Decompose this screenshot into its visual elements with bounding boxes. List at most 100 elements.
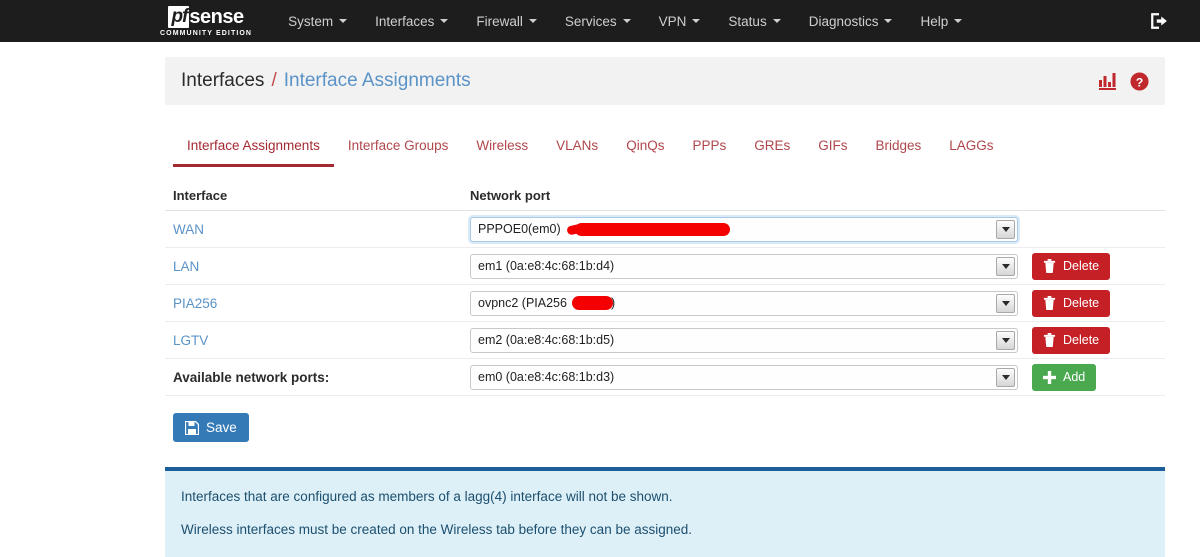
nav-label-help: Help bbox=[920, 13, 949, 29]
table-row: LGTV em2 (0a:e8:4c:68:1b:d5) Delete bbox=[165, 322, 1165, 359]
redaction-mark bbox=[572, 295, 613, 310]
breadcrumb-icons: ? bbox=[1099, 71, 1149, 91]
add-button[interactable]: Add bbox=[1032, 363, 1097, 391]
nav-item-system[interactable]: System bbox=[274, 0, 361, 42]
available-ports-label: Available network ports: bbox=[173, 369, 330, 385]
available-ports-value: em0 (0a:e8:4c:68:1b:d3) bbox=[478, 370, 615, 384]
network-port-select-lgtv[interactable]: em2 (0a:e8:4c:68:1b:d5) bbox=[470, 327, 1018, 353]
interface-link-wan[interactable]: WAN bbox=[173, 222, 470, 237]
nav-label-diagnostics: Diagnostics bbox=[808, 13, 879, 29]
table-row: PIA256 ovpnc2 (PIA256) Delete bbox=[165, 285, 1165, 322]
delete-label: Delete bbox=[1063, 296, 1100, 310]
help-circle-icon[interactable]: ? bbox=[1130, 71, 1149, 91]
floppy-disk-icon bbox=[185, 420, 199, 435]
tab-bar: Interface Assignments Interface Groups W… bbox=[165, 127, 1165, 167]
network-port-value-lan: em1 (0a:e8:4c:68:1b:d4) bbox=[478, 259, 615, 273]
nav-item-diagnostics[interactable]: Diagnostics bbox=[795, 0, 907, 42]
interface-assignments-table: Interface Network port WAN PPPOE0(em0) L… bbox=[165, 181, 1165, 396]
svg-text:?: ? bbox=[1136, 75, 1144, 89]
info-panel: Interfaces that are configured as member… bbox=[165, 467, 1165, 557]
tab-vlans[interactable]: VLANs bbox=[542, 138, 612, 167]
interface-link-lan[interactable]: LAN bbox=[173, 259, 470, 274]
table-row: WAN PPPOE0(em0) bbox=[165, 211, 1165, 248]
delete-label: Delete bbox=[1063, 259, 1100, 273]
pfsense-logo[interactable]: pf sense COMMUNITY EDITION bbox=[160, 5, 253, 37]
bar-chart-icon[interactable] bbox=[1099, 72, 1118, 90]
nav-item-vpn[interactable]: VPN bbox=[645, 0, 715, 42]
nav-label-status: Status bbox=[728, 13, 767, 29]
chevron-down-icon bbox=[692, 19, 701, 23]
table-row: LAN em1 (0a:e8:4c:68:1b:d4) Delete bbox=[165, 248, 1165, 285]
network-port-cell: em1 (0a:e8:4c:68:1b:d4) bbox=[470, 253, 1020, 279]
delete-button-lan[interactable]: Delete bbox=[1032, 252, 1111, 280]
content-container: Interfaces / Interface Assignments ? Int bbox=[165, 57, 1165, 557]
chevron-down-icon bbox=[622, 19, 631, 23]
network-port-select-wan[interactable]: PPPOE0(em0) bbox=[470, 216, 1018, 242]
available-ports-select[interactable]: em0 (0a:e8:4c:68:1b:d3) bbox=[470, 364, 1018, 390]
tab-ppps[interactable]: PPPs bbox=[678, 138, 740, 167]
trash-icon bbox=[1043, 259, 1056, 273]
row-actions: Delete bbox=[1020, 252, 1165, 280]
nav-item-services[interactable]: Services bbox=[551, 0, 645, 42]
row-actions: Add bbox=[1020, 363, 1165, 391]
trash-icon bbox=[1043, 333, 1056, 347]
interface-link-lgtv[interactable]: LGTV bbox=[173, 333, 470, 348]
info-line-2: Wireless interfaces must be created on t… bbox=[181, 522, 693, 537]
network-port-value-wan: PPPOE0(em0) bbox=[478, 222, 561, 236]
add-label: Add bbox=[1063, 370, 1086, 384]
tab-laggs[interactable]: LAGGs bbox=[935, 138, 1007, 167]
breadcrumb: Interfaces / Interface Assignments ? bbox=[165, 57, 1165, 105]
row-actions: Delete bbox=[1020, 326, 1165, 354]
chevron-down-icon bbox=[884, 19, 893, 23]
chevron-down-icon bbox=[996, 256, 1015, 276]
breadcrumb-current: Interface Assignments bbox=[283, 70, 471, 91]
nav-label-system: System bbox=[288, 13, 334, 29]
info-line-1: Interfaces that are configured as member… bbox=[181, 489, 673, 504]
interface-link-pia256[interactable]: PIA256 bbox=[173, 296, 470, 311]
tab-interface-assignments[interactable]: Interface Assignments bbox=[173, 138, 334, 167]
breadcrumb-parent[interactable]: Interfaces bbox=[181, 70, 264, 92]
network-port-cell: em0 (0a:e8:4c:68:1b:d3) bbox=[470, 364, 1020, 390]
breadcrumb-separator: / bbox=[271, 70, 277, 91]
column-header-network-port: Network port bbox=[470, 188, 551, 203]
network-port-select-lan[interactable]: em1 (0a:e8:4c:68:1b:d4) bbox=[470, 253, 1018, 279]
row-actions: Delete bbox=[1020, 289, 1165, 317]
network-port-select-pia256[interactable]: ovpnc2 (PIA256) bbox=[470, 290, 1018, 316]
chevron-down-icon bbox=[339, 19, 348, 23]
nav-item-help[interactable]: Help bbox=[906, 0, 976, 42]
tab-gres[interactable]: GREs bbox=[740, 138, 804, 167]
chevron-down-icon bbox=[996, 219, 1015, 239]
tab-qinqs[interactable]: QinQs bbox=[612, 138, 678, 167]
tab-interface-groups[interactable]: Interface Groups bbox=[334, 138, 463, 167]
chevron-down-icon bbox=[528, 19, 537, 23]
logo-sense-text: sense bbox=[189, 5, 244, 28]
chevron-down-icon bbox=[440, 19, 449, 23]
delete-button-lgtv[interactable]: Delete bbox=[1032, 326, 1111, 354]
network-port-value-lgtv: em2 (0a:e8:4c:68:1b:d5) bbox=[478, 333, 615, 347]
nav-item-status[interactable]: Status bbox=[714, 0, 794, 42]
chevron-down-icon bbox=[996, 367, 1015, 387]
trash-icon bbox=[1043, 296, 1056, 310]
logout-icon[interactable] bbox=[1150, 12, 1168, 30]
logo-pf-mark: pf bbox=[168, 5, 190, 28]
tab-wireless[interactable]: Wireless bbox=[462, 138, 542, 167]
tab-bridges[interactable]: Bridges bbox=[861, 138, 935, 167]
tab-gifs[interactable]: GIFs bbox=[804, 138, 861, 167]
network-port-cell: em2 (0a:e8:4c:68:1b:d5) bbox=[470, 327, 1020, 353]
save-label: Save bbox=[206, 420, 237, 435]
delete-button-pia256[interactable]: Delete bbox=[1032, 289, 1111, 317]
logo-subtitle: COMMUNITY EDITION bbox=[160, 29, 253, 37]
chevron-down-icon bbox=[996, 293, 1015, 313]
table-header-row: Interface Network port bbox=[165, 181, 1165, 211]
nav-label-services: Services bbox=[564, 13, 617, 29]
save-button[interactable]: Save bbox=[173, 413, 249, 442]
network-port-cell: PPPOE0(em0) bbox=[470, 216, 1020, 242]
page-body: Interfaces / Interface Assignments ? Int bbox=[0, 42, 1200, 557]
nav-item-firewall[interactable]: Firewall bbox=[462, 0, 551, 42]
delete-label: Delete bbox=[1063, 333, 1100, 347]
chevron-down-icon bbox=[996, 330, 1015, 350]
nav-label-interfaces: Interfaces bbox=[375, 13, 435, 29]
nav-item-interfaces[interactable]: Interfaces bbox=[361, 0, 462, 42]
navbar-right bbox=[1150, 12, 1168, 30]
chevron-down-icon bbox=[772, 19, 781, 23]
